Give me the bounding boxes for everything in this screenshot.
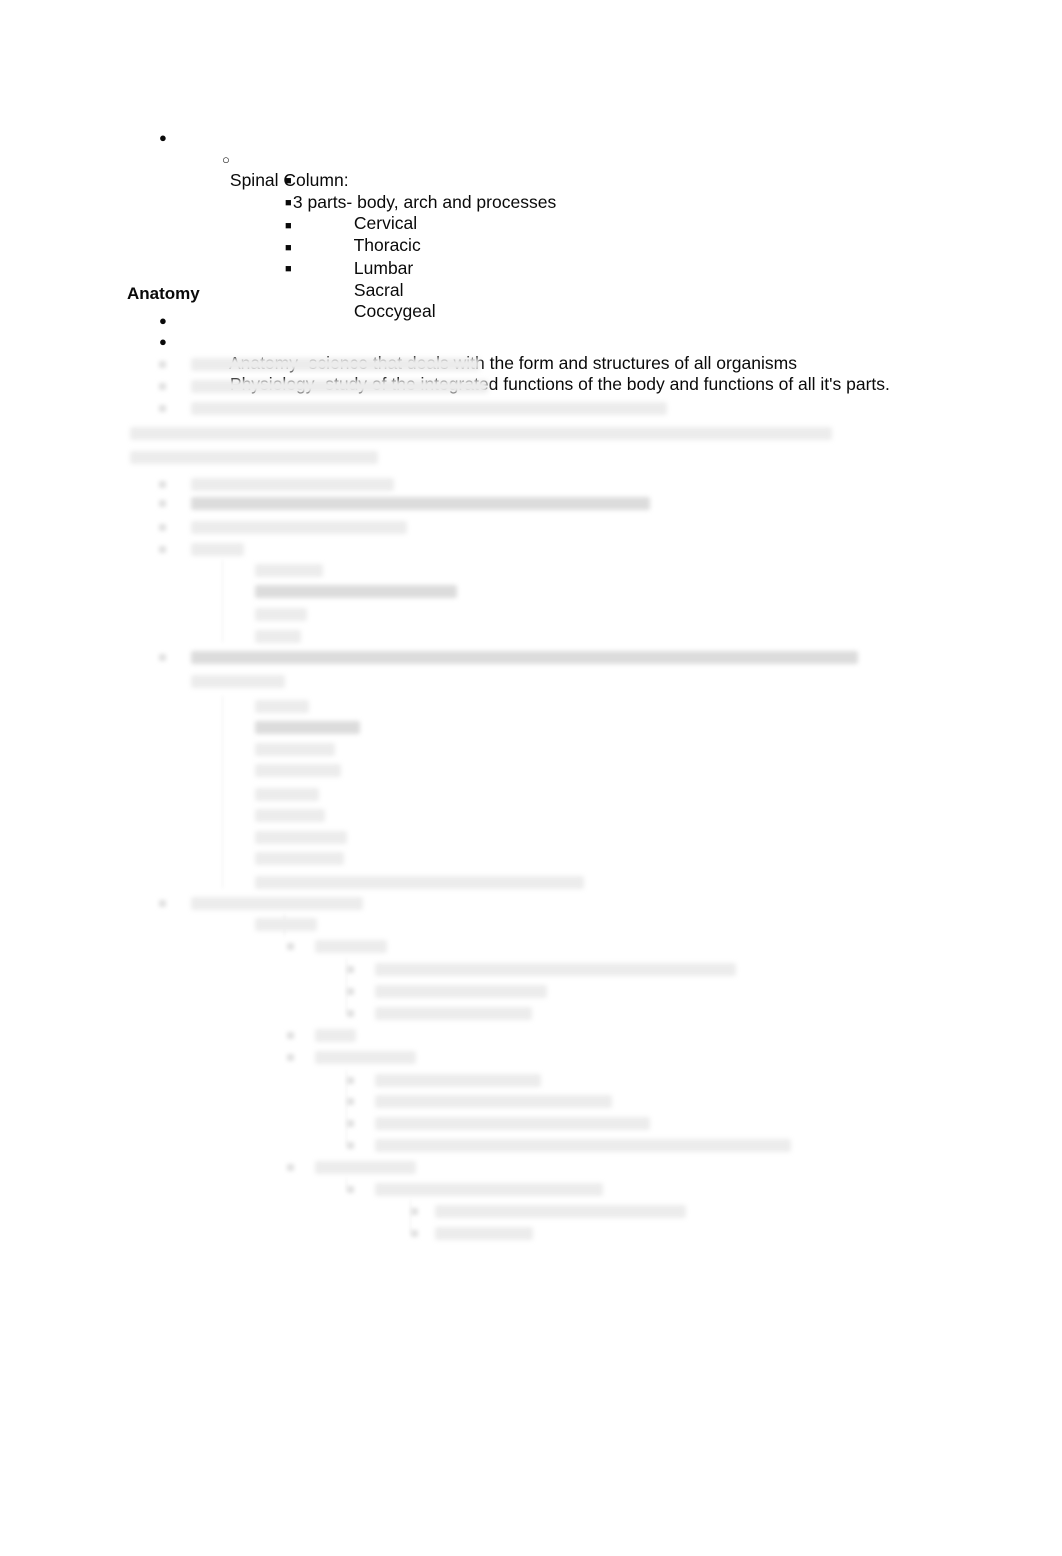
redacted-bullet-icon [347,988,354,995]
redacted-bullet-icon [287,1054,294,1061]
redacted-bullet-icon [347,1120,354,1127]
redacted-text-line [375,1007,532,1020]
redacted-bullet-icon [347,1077,354,1084]
document-page: ● Spinal Column: ○ 3 parts- body, arch a… [0,0,1062,1556]
indent-guide-line [410,1200,411,1234]
redacted-text-line [435,1205,686,1218]
redacted-bullet-icon [411,1230,418,1237]
redacted-bullet-icon [159,500,166,507]
redacted-text-line [191,497,650,510]
redacted-bullet-icon [159,546,166,553]
redacted-bullet-icon [347,1098,354,1105]
redacted-text-line [255,700,309,713]
redacted-text-line [255,788,319,801]
redacted-bullet-icon [287,943,294,950]
list-item-label: Physiology- study of the integrated func… [229,374,890,394]
indent-guide-line [284,914,285,936]
redacted-bullet-icon [159,524,166,531]
bullet-circle-icon: ○ [222,152,230,167]
indent-guide-line [346,1070,347,1146]
redacted-bullet-icon [411,1208,418,1215]
redacted-bullet-icon [159,383,166,390]
redacted-bullet-icon [347,966,354,973]
redacted-bullet-icon [347,1010,354,1017]
redacted-text-line [375,1095,612,1108]
redacted-text-line [255,564,323,577]
redacted-text-line [315,940,387,953]
redacted-text-line [191,651,858,664]
bullet-disc-icon: ● [159,130,167,145]
bullet-square-icon: ■ [285,263,292,275]
redacted-text-line [435,1227,533,1240]
bullet-square-icon: ■ [285,220,292,232]
redacted-bullet-icon [287,1164,294,1171]
redacted-bullet-icon [159,654,166,661]
redacted-text-line [255,876,584,889]
indent-guide-line [346,958,347,1014]
redacted-text-line [255,630,301,643]
indent-guide-line [346,1178,347,1190]
redacted-bullet-icon [159,405,166,412]
redacted-text-line [375,1139,791,1152]
redacted-text-line [255,852,344,865]
redacted-bullet-icon [159,900,166,907]
redacted-text-line [375,985,547,998]
bullet-square-icon: ■ [285,197,292,209]
bullet-disc-icon: ● [159,334,167,349]
redacted-text-line [191,521,407,534]
redacted-text-line [375,1074,541,1087]
redacted-text-line [130,427,832,440]
redacted-text-line [130,451,378,464]
redacted-bullet-icon [347,1186,354,1193]
redacted-bullet-icon [287,1032,294,1039]
redacted-text-line [375,1183,603,1196]
redacted-text-line [255,743,335,756]
redacted-bullet-icon [347,1142,354,1149]
redacted-text-line [255,918,317,931]
redacted-text-line [191,897,363,910]
redacted-text-line [191,478,394,491]
redacted-text-line [255,721,360,734]
redacted-text-line [255,831,347,844]
redacted-text-line [375,963,736,976]
redacted-text-line [191,543,244,556]
redacted-text-line [255,764,341,777]
bullet-disc-icon: ● [159,313,167,328]
list-item: ● Physiology- study of the integrated fu… [159,331,890,417]
indent-guide-line [222,696,223,888]
redacted-text-line [255,809,325,822]
redacted-text-line [315,1161,416,1174]
redacted-bullet-icon [159,361,166,368]
indent-guide-line [222,560,223,642]
redacted-text-line [315,1051,416,1064]
redacted-text-line [191,675,285,688]
bullet-square-icon: ■ [285,175,292,187]
redacted-text-line [375,1117,650,1130]
redacted-text-line [255,608,307,621]
redacted-text-line [255,585,457,598]
bullet-square-icon: ■ [285,242,292,254]
section-heading-anatomy: Anatomy [127,284,200,303]
redacted-bullet-icon [159,481,166,488]
redacted-text-line [315,1029,356,1042]
